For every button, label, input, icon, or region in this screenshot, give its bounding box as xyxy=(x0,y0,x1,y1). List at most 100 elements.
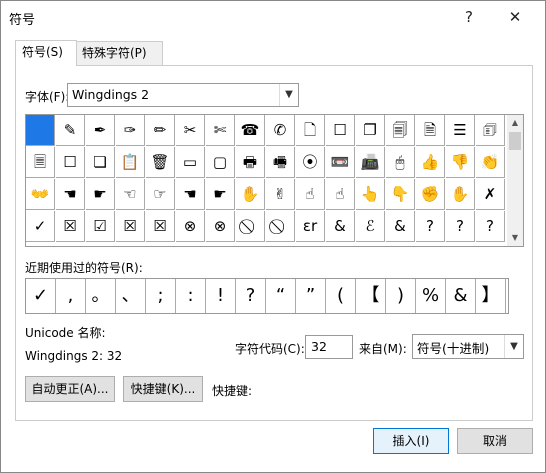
recent-symbol-cell[interactable]: & xyxy=(446,279,476,313)
symbol-cell[interactable]: ☐ xyxy=(326,115,355,146)
recent-symbol-cell[interactable]: 、 xyxy=(116,279,146,313)
symbol-cell[interactable]: ✆ xyxy=(266,115,295,146)
recent-symbol-cell[interactable]: ✓ xyxy=(26,279,56,313)
symbol-cell[interactable]: 🖶 xyxy=(236,147,265,178)
symbol-cell[interactable]: ❏ xyxy=(86,147,115,178)
symbol-cell[interactable]: 🗎 xyxy=(416,115,445,146)
tab-symbols[interactable]: 符号(S) xyxy=(15,40,77,66)
shortcut-key-button[interactable]: 快捷键(K)... xyxy=(123,376,203,402)
recent-symbol-cell[interactable]: ” xyxy=(296,279,326,313)
symbol-cell[interactable]: ☝ xyxy=(326,179,355,210)
char-code-input[interactable]: 32 xyxy=(305,335,353,359)
recent-symbol-cell[interactable]: “ xyxy=(266,279,296,313)
symbol-cell[interactable]: ✓ xyxy=(26,211,55,242)
symbol-cell[interactable]: ɛr xyxy=(296,211,325,242)
symbol-cell[interactable]: ☛ xyxy=(206,179,235,210)
symbol-cell[interactable]: ✎ xyxy=(56,115,85,146)
symbol-cell[interactable]: ❐ xyxy=(356,115,385,146)
symbol-cell[interactable]: & xyxy=(326,211,355,242)
symbol-cell[interactable]: 📼 xyxy=(326,147,355,178)
symbol-cell[interactable]: 🖱 xyxy=(386,147,415,178)
chevron-down-icon[interactable]: ▼ xyxy=(504,335,523,358)
symbol-dialog: 符号 ? ✕ 符号(S) 特殊字符(P) 字体(F): Wingdings 2 … xyxy=(0,0,546,473)
symbol-cell[interactable]: 👏 xyxy=(476,147,505,178)
symbol-cell[interactable]: ✗ xyxy=(476,179,505,210)
symbol-cell[interactable]: ? xyxy=(446,211,475,242)
symbol-cell[interactable]: ⊗ xyxy=(176,211,205,242)
symbol-cell[interactable]: ☒ xyxy=(116,211,145,242)
symbol-cell[interactable]: ☒ xyxy=(146,211,175,242)
symbol-cell[interactable]: ✑ xyxy=(116,115,145,146)
scroll-up-icon[interactable]: ▲ xyxy=(507,115,523,131)
symbol-cell[interactable]: ☰ xyxy=(446,115,475,146)
chevron-down-icon[interactable]: ▼ xyxy=(279,84,298,106)
symbol-grid-scrollbar[interactable]: ▲ ▼ xyxy=(507,115,523,246)
symbol-cell[interactable]: ⃠ xyxy=(236,211,265,242)
symbol-cell[interactable]: ✏ xyxy=(146,115,175,146)
symbol-cell[interactable]: ☎ xyxy=(236,115,265,146)
recent-symbol-cell[interactable]: 【 xyxy=(356,279,386,313)
recent-symbol-cell[interactable]: ! xyxy=(206,279,236,313)
recent-symbol-cell[interactable]: ; xyxy=(146,279,176,313)
cancel-button[interactable]: 取消 xyxy=(457,428,533,454)
symbol-cell[interactable]: 👇 xyxy=(386,179,415,210)
symbol-cell[interactable]: 📋 xyxy=(116,147,145,178)
symbol-cell[interactable]: ☞ xyxy=(146,179,175,210)
insert-button[interactable]: 插入(I) xyxy=(373,428,449,454)
symbol-cell[interactable]: ? xyxy=(476,211,505,242)
symbol-cell[interactable] xyxy=(26,115,55,146)
symbol-cell[interactable]: ☒ xyxy=(56,211,85,242)
symbol-cell[interactable]: 👎 xyxy=(446,147,475,178)
recent-symbol-cell[interactable]: 。 xyxy=(86,279,116,313)
symbol-cell[interactable]: 🖷 xyxy=(266,147,295,178)
symbol-cell[interactable]: ? xyxy=(416,211,445,242)
symbol-cell[interactable]: ⃠ xyxy=(266,211,295,242)
symbol-cell[interactable]: & xyxy=(386,211,415,242)
from-dropdown[interactable]: 符号(十进制) ▼ xyxy=(412,334,524,359)
symbol-cell[interactable]: ⊗ xyxy=(206,211,235,242)
recent-symbol-cell[interactable]: 】 xyxy=(476,279,506,313)
symbol-cell[interactable]: 🗐 xyxy=(386,115,415,146)
symbol-cell[interactable]: ✄ xyxy=(206,115,235,146)
close-button[interactable]: ✕ xyxy=(499,5,531,29)
symbol-cell[interactable]: ✊ xyxy=(416,179,445,210)
symbol-cell[interactable]: 🗑 xyxy=(146,147,175,178)
scroll-thumb[interactable] xyxy=(509,132,521,150)
symbol-cell[interactable]: ☚ xyxy=(56,179,85,210)
autocorrect-button[interactable]: 自动更正(A)... xyxy=(25,376,115,402)
symbol-cell[interactable]: ▭ xyxy=(176,147,205,178)
recent-symbol-cell[interactable]: ( xyxy=(326,279,356,313)
symbol-cell[interactable]: 🗋 xyxy=(296,115,325,146)
recent-symbol-cell[interactable]: , xyxy=(56,279,86,313)
symbol-cell[interactable]: 👐 xyxy=(26,179,55,210)
recent-symbols-label: 近期使用过的符号(R): xyxy=(25,261,143,275)
help-button[interactable]: ? xyxy=(453,5,485,29)
symbol-cell[interactable]: ☝ xyxy=(296,179,325,210)
symbol-cell[interactable]: ℰ xyxy=(356,211,385,242)
symbol-cell[interactable]: ☐ xyxy=(56,147,85,178)
symbol-cell[interactable]: 👍 xyxy=(416,147,445,178)
symbol-cell[interactable]: ▢ xyxy=(206,147,235,178)
recent-symbol-cell[interactable]: : xyxy=(176,279,206,313)
tab-special-characters[interactable]: 特殊字符(P) xyxy=(75,41,163,65)
symbol-cell[interactable]: ✌ xyxy=(266,179,295,210)
recent-symbol-cell[interactable]: ? xyxy=(236,279,266,313)
symbol-cell[interactable]: 🗏 xyxy=(26,147,55,178)
symbol-cell[interactable]: ✋ xyxy=(446,179,475,210)
scroll-down-icon[interactable]: ▼ xyxy=(507,230,523,246)
symbol-cell[interactable]: ✒ xyxy=(86,115,115,146)
symbol-cell[interactable]: 👆 xyxy=(356,179,385,210)
window-title: 符号 xyxy=(9,13,36,28)
symbol-cell[interactable]: ☛ xyxy=(86,179,115,210)
symbol-cell[interactable]: 📠 xyxy=(356,147,385,178)
symbol-cell[interactable]: ☑ xyxy=(86,211,115,242)
symbol-cell[interactable]: ☜ xyxy=(116,179,145,210)
recent-symbol-cell[interactable]: ) xyxy=(386,279,416,313)
symbol-cell[interactable]: ⦿ xyxy=(296,147,325,178)
symbol-cell[interactable]: 🗊 xyxy=(476,115,505,146)
recent-symbol-cell[interactable]: % xyxy=(416,279,446,313)
symbol-cell[interactable]: ✋ xyxy=(236,179,265,210)
font-dropdown[interactable]: Wingdings 2 ▼ xyxy=(67,83,299,107)
symbol-cell[interactable]: ✂ xyxy=(176,115,205,146)
symbol-cell[interactable]: ☚ xyxy=(176,179,205,210)
